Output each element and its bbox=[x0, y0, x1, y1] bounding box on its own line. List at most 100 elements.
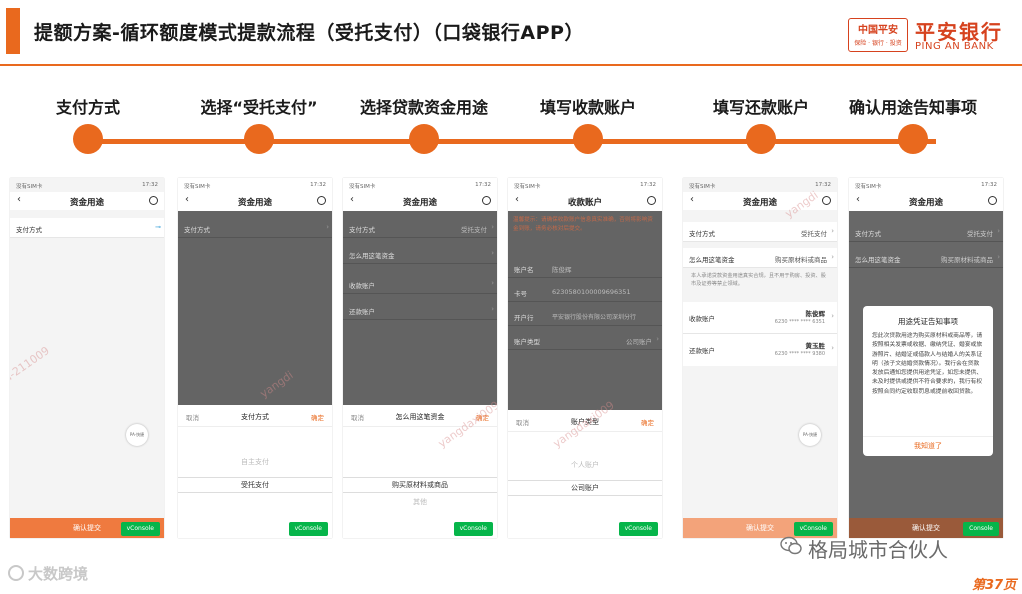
nav-bar: ‹ 资金用途 bbox=[10, 192, 164, 210]
status-time: 17:32 bbox=[310, 182, 326, 188]
sheet-header: 取消 支付方式 确定 bbox=[178, 405, 332, 427]
row-usage[interactable]: 怎么用这笔资金 购买原材料或商品 › bbox=[683, 248, 837, 268]
row-pay-method[interactable]: 支付方式 受托支付 › bbox=[849, 222, 1003, 242]
option-other[interactable]: 其他 bbox=[343, 497, 497, 507]
logo-sub-text: 保险 · 银行 · 投资 bbox=[854, 40, 902, 47]
option-material[interactable]: 购买原材料或商品 bbox=[343, 477, 497, 493]
option-company-account[interactable]: 公司账户 bbox=[508, 480, 662, 496]
header-divider bbox=[0, 64, 1022, 66]
row-repay-account[interactable]: 还款账户 › bbox=[343, 300, 497, 320]
status-bar: 没有SIM卡 17:32 bbox=[10, 180, 164, 190]
vconsole-button[interactable]: vConsole bbox=[120, 522, 160, 536]
vconsole-button[interactable]: vConsole bbox=[618, 522, 658, 536]
footer-brand-watermark: 大数跨境 bbox=[8, 563, 88, 584]
row-pay-method[interactable]: 支付方式 受托支付 › bbox=[343, 218, 497, 238]
row-label: 怎么用这笔资金 bbox=[855, 256, 901, 264]
modal-body: 您此次贷款用途为购买原材料或商品等，请按照相关发票或收据、缴纳凭证、婚宴或旅游照… bbox=[872, 333, 983, 395]
pa-badge-icon[interactable]: PA·快捷 bbox=[126, 424, 148, 446]
row-card-number[interactable]: 卡号 6230580100009696351 bbox=[508, 282, 662, 302]
chevron-right-icon: › bbox=[491, 223, 494, 231]
row-value: 购买原材料或商品 bbox=[775, 256, 827, 264]
nav-title: 资金用途 bbox=[908, 198, 943, 208]
repay-name: 黄玉胜 bbox=[805, 342, 826, 350]
step-label: 支付方式 bbox=[55, 98, 120, 117]
more-icon[interactable] bbox=[647, 196, 656, 205]
pay-method-sheet: 取消 支付方式 确定 自主支付 受托支付 bbox=[178, 405, 332, 538]
phone-screen-1: 没有SIM卡 17:32 ‹ 资金用途 支付方式 ⊸ PA·快捷 d-21100… bbox=[10, 178, 164, 538]
status-carrier: 没有SIM卡 bbox=[855, 184, 882, 190]
phone-screen-3: 没有SIM卡 17:32 ‹ 资金用途 支付方式 受托支付 › 怎么用这笔资金 … bbox=[343, 178, 497, 538]
status-bar: 没有SIM卡 17:32 bbox=[849, 180, 1003, 190]
row-pay-method[interactable]: 支付方式 › bbox=[178, 218, 332, 238]
row-label: 怎么用这笔资金 bbox=[689, 256, 735, 264]
option-personal-account[interactable]: 个人账户 bbox=[508, 460, 662, 470]
row-account-type[interactable]: 账户类型 公司账户 › bbox=[508, 330, 662, 350]
vconsole-button[interactable]: vConsole bbox=[453, 522, 493, 536]
step-3: 选择贷款资金用途 bbox=[339, 94, 509, 118]
page-title: 提额方案-循环额度模式提款流程（受托支付）（口袋银行APP） bbox=[34, 22, 584, 44]
row-label: 开户行 bbox=[514, 314, 534, 322]
chevron-right-icon: › bbox=[326, 223, 329, 231]
phone-screen-6: 没有SIM卡 17:32 ‹ 资金用途 支付方式 受托支付 › 怎么用这笔资金 … bbox=[849, 178, 1003, 538]
step-dot-3 bbox=[409, 124, 439, 154]
row-label: 卡号 bbox=[514, 290, 527, 298]
pa-badge-icon[interactable]: PA·快捷 bbox=[799, 424, 821, 446]
vconsole-button[interactable]: vConsole bbox=[288, 522, 328, 536]
step-label: 填写收款账户 bbox=[539, 98, 636, 117]
status-carrier: 没有SIM卡 bbox=[184, 184, 211, 190]
chevron-right-icon: › bbox=[831, 253, 834, 261]
row-label: 账户类型 bbox=[514, 338, 540, 346]
promise-tip-text: 本人承诺贷款资金用途真实合规，且不用于购房、投资、股市及证券等禁止领域。 bbox=[691, 273, 826, 287]
status-time: 17:32 bbox=[815, 182, 831, 188]
row-label: 支付方式 bbox=[349, 226, 375, 234]
more-icon[interactable] bbox=[149, 196, 158, 205]
nav-title: 资金用途 bbox=[69, 198, 104, 208]
row-usage[interactable]: 怎么用这笔资金 › bbox=[343, 244, 497, 264]
status-bar: 没有SIM卡 17:32 bbox=[508, 180, 662, 190]
chevron-right-icon: ⊸ bbox=[155, 223, 161, 231]
row-repay-account[interactable]: 还款账户 黄玉胜 6230 **** **** 9380 › bbox=[683, 334, 837, 366]
row-value: 购买原材料或商品 bbox=[941, 256, 993, 264]
row-receive-account[interactable]: 收款账户 陈俊辉 6230 **** **** 6351 › bbox=[683, 302, 837, 334]
more-icon[interactable] bbox=[988, 196, 997, 205]
row-label: 怎么用这笔资金 bbox=[349, 252, 395, 260]
step-dot-4 bbox=[573, 124, 603, 154]
step-dot-1 bbox=[73, 124, 103, 154]
header-accent-bar bbox=[6, 8, 20, 54]
status-time: 17:32 bbox=[981, 182, 997, 188]
more-icon[interactable] bbox=[822, 196, 831, 205]
dim-overlay bbox=[178, 211, 332, 405]
usage-notice-modal: 用途凭证告知事项 您此次贷款用途为购买原材料或商品等，请按照相关发票或收据、缴纳… bbox=[863, 306, 993, 456]
row-pay-method[interactable]: 支付方式 ⊸ bbox=[10, 218, 164, 238]
status-bar: 没有SIM卡 17:32 bbox=[683, 180, 837, 190]
row-value: 受托支付 bbox=[461, 226, 487, 234]
sheet-confirm-button[interactable]: 确定 bbox=[641, 417, 654, 427]
step-label: 确认用途告知事项 bbox=[848, 98, 977, 117]
row-label: 收款账户 bbox=[689, 315, 715, 323]
row-receive-account[interactable]: 收款账户 › bbox=[343, 274, 497, 294]
modal-ok-button[interactable]: 我知道了 bbox=[863, 436, 993, 451]
step-dot-2 bbox=[244, 124, 274, 154]
vconsole-button[interactable]: Console bbox=[963, 522, 999, 536]
row-bank[interactable]: 开户行 平安银行股份有限公司深圳分行 bbox=[508, 306, 662, 326]
step-1: 支付方式 bbox=[3, 94, 173, 118]
phone-screen-2: 没有SIM卡 17:32 ‹ 资金用途 支付方式 › 取消 支付方式 确定 自主… bbox=[178, 178, 332, 538]
more-icon[interactable] bbox=[317, 196, 326, 205]
notice-text: 温馨提示：请确保收款账户信息真实准确，否则将影响资金到账，请务必核对后提交。 bbox=[513, 217, 653, 232]
row-account-name[interactable]: 账户名 陈俊辉 bbox=[508, 258, 662, 278]
more-icon[interactable] bbox=[482, 196, 491, 205]
sheet-confirm-button[interactable]: 确定 bbox=[311, 412, 324, 422]
phone-screen-5: 没有SIM卡 17:32 ‹ 资金用途 支付方式 受托支付 › 怎么用这笔资金 … bbox=[683, 178, 837, 538]
chevron-right-icon: › bbox=[997, 253, 1000, 261]
row-pay-method[interactable]: 支付方式 受托支付 › bbox=[683, 222, 837, 242]
receive-card-no: 6230 **** **** 6351 bbox=[774, 319, 825, 325]
logo-bank-en: PING AN BANK bbox=[915, 41, 994, 52]
option-entrusted-pay[interactable]: 受托支付 bbox=[178, 477, 332, 493]
row-usage[interactable]: 怎么用这笔资金 购买原材料或商品 › bbox=[849, 248, 1003, 268]
sheet-title: 支付方式 bbox=[241, 413, 269, 421]
chevron-right-icon: › bbox=[656, 335, 659, 343]
row-value: 受托支付 bbox=[801, 230, 827, 238]
footer-brand-text: 大数跨境 bbox=[28, 565, 89, 583]
option-self-pay[interactable]: 自主支付 bbox=[178, 457, 332, 467]
step-dot-5 bbox=[746, 124, 776, 154]
